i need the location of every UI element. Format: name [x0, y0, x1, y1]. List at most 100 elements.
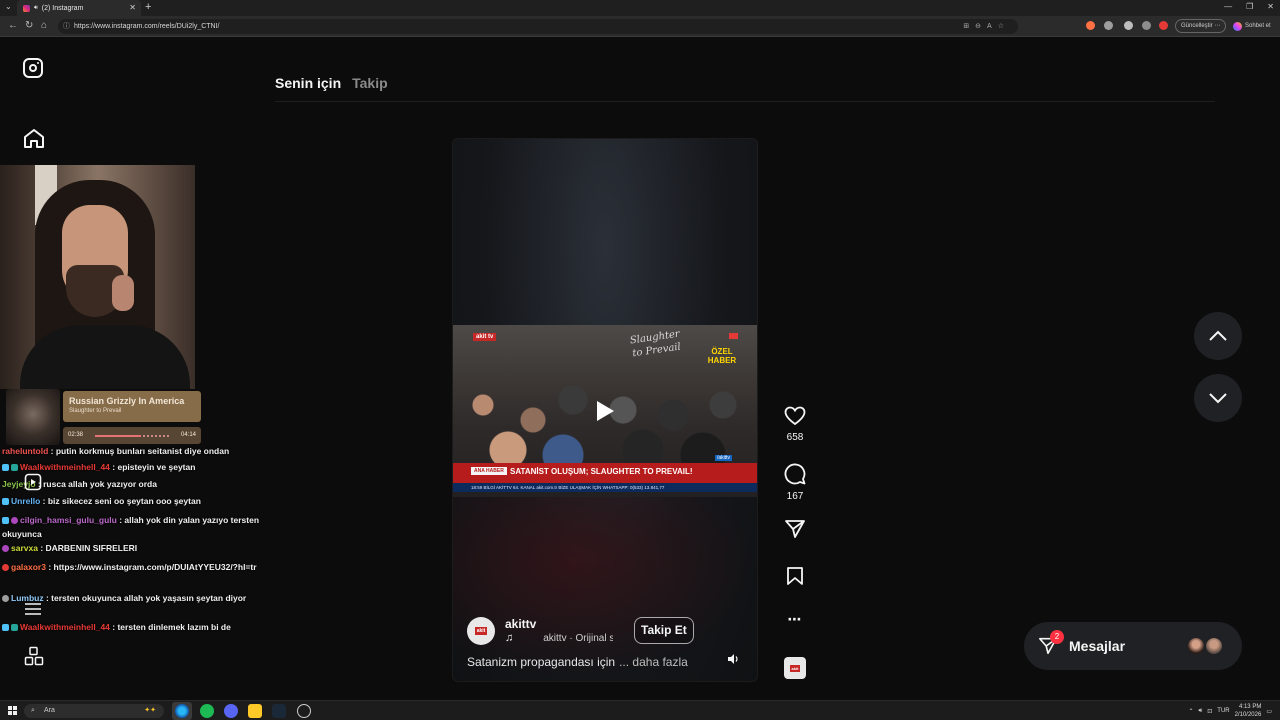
avatar — [1204, 636, 1224, 656]
address-bar-tools-icon[interactable]: ⊞⊖A☆ — [963, 19, 1010, 34]
tab-for-you[interactable]: Senin için — [275, 75, 341, 91]
chat-username[interactable]: Waalkwithmeinhell_44 — [20, 622, 110, 632]
favorites-icon[interactable] — [1142, 21, 1151, 30]
play-icon[interactable] — [597, 401, 614, 421]
restore-icon[interactable]: ❐ — [1246, 2, 1253, 11]
chat-username[interactable]: Waalkwithmeinhell_44 — [20, 462, 110, 472]
windows-start-icon[interactable] — [8, 706, 17, 715]
song-progress: 02:38 04:14 — [63, 427, 201, 444]
volume-tray-icon[interactable]: 🔊︎ — [1198, 708, 1202, 715]
reel-player[interactable]: akit tv Slaughter to Prevail ÖZEL HABER /… — [452, 138, 758, 682]
caption-more-link[interactable]: ... daha fazla — [619, 655, 688, 669]
chat-text: : tersten okuyunca allah yok yaşasın şey… — [43, 593, 247, 603]
close-window-icon[interactable]: ✕ — [1267, 2, 1274, 11]
avatar — [1186, 636, 1206, 656]
notifications-icon[interactable]: ▭ — [1266, 708, 1272, 715]
audio-row[interactable]: ♫ akittv · Orijinal ses — [505, 632, 613, 644]
chat-username[interactable]: Unrello — [11, 496, 40, 506]
next-reel-button[interactable] — [1194, 374, 1242, 422]
more-apps-icon[interactable] — [24, 646, 44, 666]
profile-icon[interactable] — [1159, 21, 1168, 30]
tab-following[interactable]: Takip — [352, 75, 388, 91]
audio-thumbnail[interactable]: akit — [784, 657, 806, 679]
file-explorer-taskbar-icon[interactable] — [248, 704, 262, 718]
caption-text: Satanizm propagandası için — [467, 655, 616, 669]
chat-badge-icon — [2, 498, 9, 505]
username-link[interactable]: akittv — [505, 617, 536, 631]
edge-taskbar-icon[interactable] — [175, 704, 189, 718]
share-action[interactable] — [779, 519, 811, 544]
address-bar[interactable]: ⓘ https://www.instagram.com/reels/DUi2ly… — [58, 19, 1018, 34]
news-headline: SATANİST OLUŞUM; SLAUGHTER TO PREVAIL! — [510, 467, 693, 476]
taskbar: ⌕ Ara ✦✦ ⌃ 🔊︎ ⊡ TUR 4:13 PM 2/10/2026 ▭ — [0, 700, 1280, 720]
feed-tabs: Senin için Takip — [275, 75, 388, 91]
menu-icon[interactable] — [24, 602, 42, 616]
more-options-icon[interactable]: ⋯ — [779, 611, 811, 628]
messages-button[interactable]: 2 Mesajlar — [1024, 622, 1242, 670]
close-tab-icon[interactable]: ✕ — [129, 3, 136, 12]
chat-username[interactable]: raheluntold — [2, 446, 48, 456]
progress-fill — [95, 435, 141, 437]
chat-text: : DARBENIN SIFRELERI — [37, 543, 138, 553]
taskbar-search[interactable]: ⌕ Ara ✦✦ — [24, 704, 164, 718]
now-playing-widget: Russian Grizzly In America Slaughter to … — [63, 391, 201, 422]
reels-nav-icon[interactable] — [24, 473, 42, 491]
steam-taskbar-icon[interactable] — [272, 704, 286, 718]
extension-icon[interactable] — [1104, 21, 1113, 30]
album-art — [6, 389, 60, 445]
chat-text: : tersten dinlemek lazım bi de — [109, 622, 231, 632]
home-icon[interactable]: ⌂ — [41, 20, 47, 31]
network-tray-icon[interactable]: ⊡ — [1207, 708, 1212, 715]
chat-message: Waalkwithmeinhell_44 : tersten dinlemek … — [2, 622, 231, 632]
chat-username[interactable]: sarvxa — [11, 543, 38, 553]
minimize-icon[interactable]: — — [1224, 2, 1232, 11]
bookmark-icon[interactable] — [786, 566, 804, 586]
tray-chevron-icon[interactable]: ⌃ — [1188, 708, 1193, 715]
song-title: Russian Grizzly In America — [69, 396, 185, 406]
home-nav-icon[interactable] — [23, 128, 45, 149]
discord-taskbar-icon[interactable] — [224, 704, 238, 718]
facebook-tag: /akittv — [715, 455, 733, 461]
spotify-taskbar-icon[interactable] — [200, 704, 214, 718]
save-action[interactable] — [779, 566, 811, 591]
elapsed-time: 02:38 — [68, 432, 84, 438]
clock[interactable]: 4:13 PM 2/10/2026 — [1235, 703, 1262, 719]
comment-icon[interactable] — [784, 463, 806, 485]
chat-badge-icon — [2, 595, 9, 602]
news-ticker: 18:59 BİLGİ AKİTTV 64. KANAL akit.com.tr… — [453, 483, 757, 492]
chat-badge-icon — [2, 517, 9, 524]
language-indicator[interactable]: TUR — [1217, 708, 1229, 714]
chat-text: : putin korkmuş bunları seitanist diye o… — [48, 446, 230, 456]
volume-icon[interactable] — [726, 652, 740, 666]
reel-video[interactable]: akit tv Slaughter to Prevail ÖZEL HABER /… — [453, 325, 757, 497]
chat-message: cilgin_hamsi_gulu_gulu : allah yok din y… — [2, 513, 264, 541]
site-info-icon[interactable]: ⓘ — [63, 19, 70, 34]
news-tag: ANA HABER — [471, 467, 507, 475]
back-icon[interactable]: ← — [8, 20, 18, 31]
comment-action[interactable]: 167 — [779, 463, 811, 502]
follow-button[interactable]: Takip Et — [634, 617, 694, 644]
new-tab-icon[interactable]: + — [145, 1, 151, 13]
avatar[interactable]: akit — [467, 617, 495, 645]
chat-button[interactable]: Sohbet et — [1233, 19, 1271, 33]
like-action[interactable]: 658 — [779, 406, 811, 443]
extension-icon[interactable] — [1086, 21, 1095, 30]
obs-taskbar-icon[interactable] — [297, 704, 311, 718]
copilot-icon — [1233, 21, 1242, 31]
chat-username[interactable]: cilgin_hamsi_gulu_gulu — [20, 515, 117, 525]
browser-tab-instagram[interactable]: 🔊︎ (2) Instagram ✕ — [17, 0, 141, 16]
music-note-icon: ♫ — [505, 632, 514, 644]
chat-badge-icon — [2, 545, 9, 552]
instagram-logo-icon[interactable] — [23, 58, 43, 78]
extension-icon[interactable] — [1124, 21, 1133, 30]
refresh-icon[interactable]: ↻ — [25, 20, 33, 31]
speaker-icon[interactable]: 🔊︎ — [34, 5, 38, 12]
tabs-divider — [275, 101, 1215, 102]
send-icon[interactable] — [784, 519, 806, 539]
heart-icon[interactable] — [784, 406, 806, 426]
update-button[interactable]: Güncelleştir ⋯ — [1175, 19, 1227, 33]
tab-list-chevron-icon[interactable]: ⌄ — [5, 2, 12, 11]
previous-reel-button[interactable] — [1194, 312, 1242, 360]
audio-text: akittv · Orijinal ses — [543, 632, 613, 644]
chat-username[interactable]: galaxor3 — [11, 562, 46, 572]
